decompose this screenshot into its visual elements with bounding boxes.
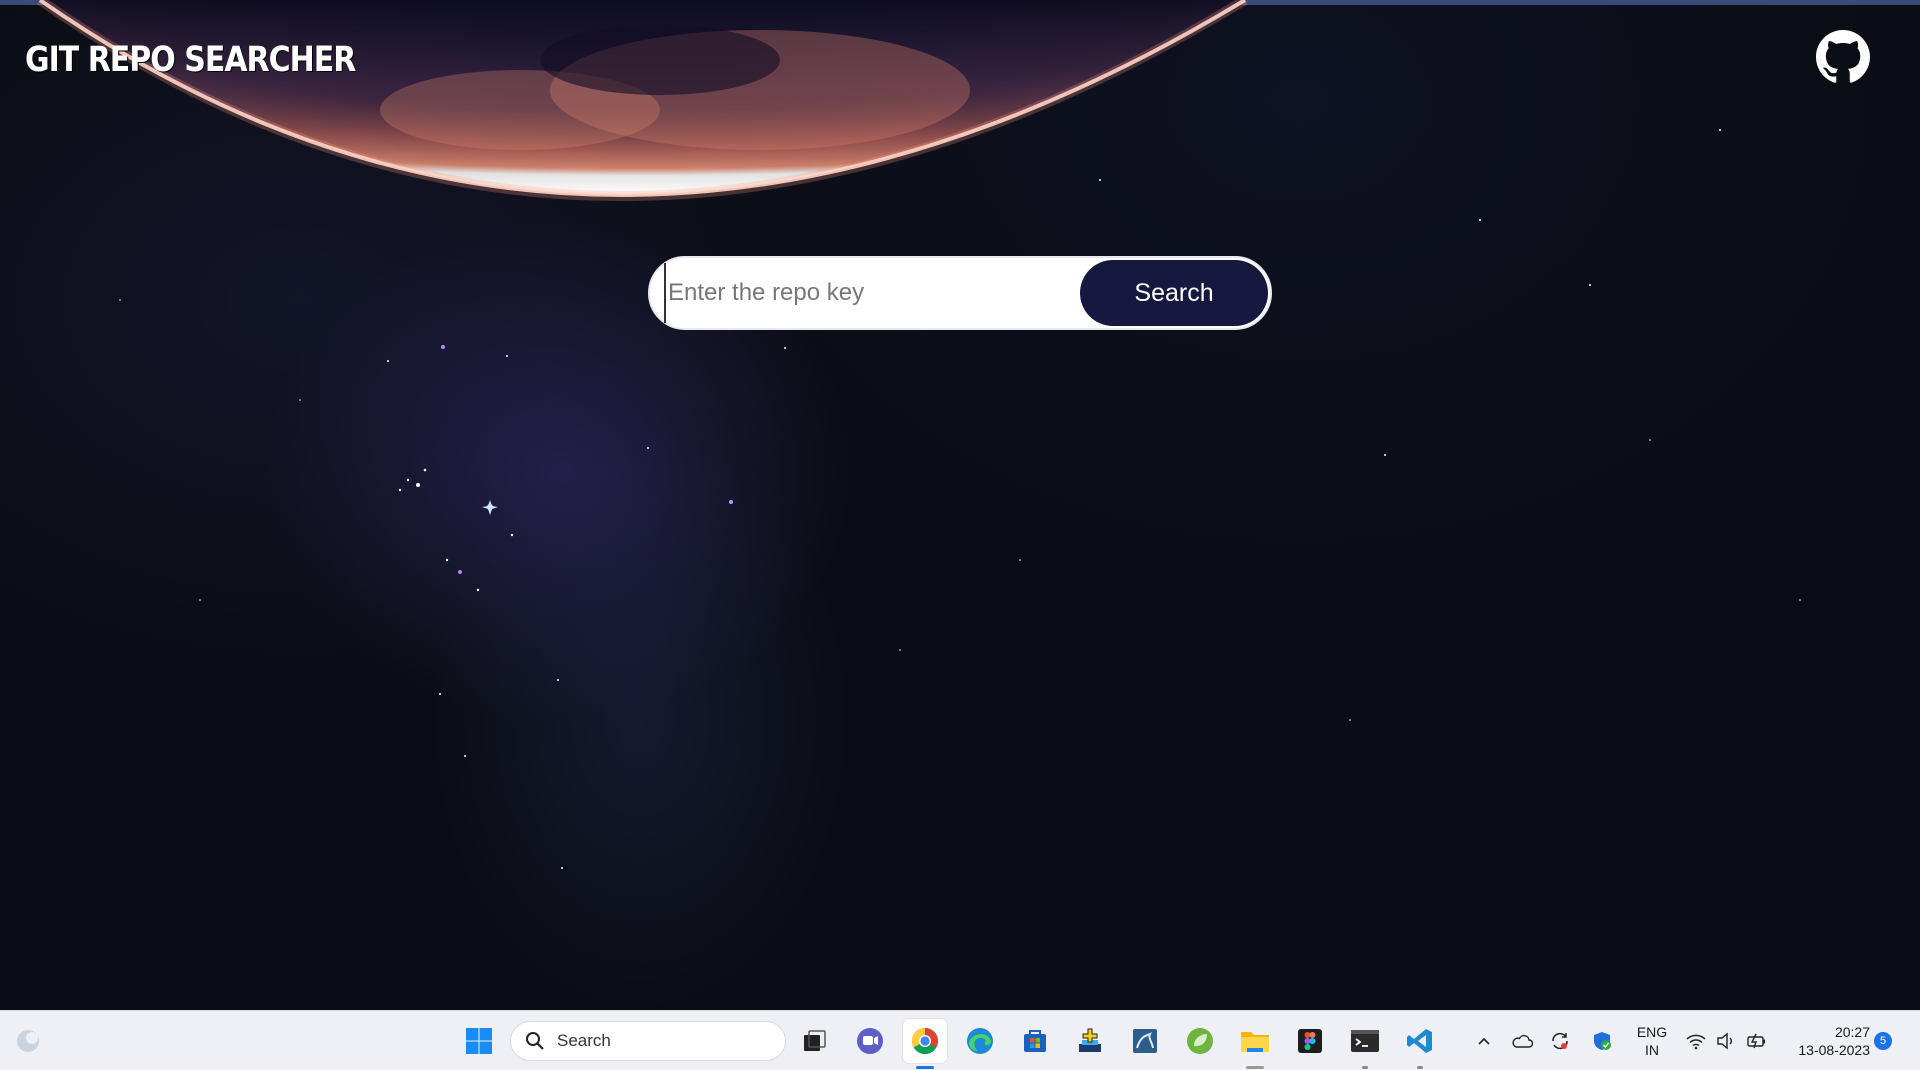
app-title-logo[interactable]: GIT REPO SEARCHER bbox=[25, 40, 356, 80]
language-indicator[interactable]: ENG IN bbox=[1630, 1023, 1674, 1059]
chevron-up-icon bbox=[1478, 1037, 1490, 1045]
volume-tray-button[interactable] bbox=[1714, 1029, 1738, 1053]
repo-search-input[interactable] bbox=[664, 263, 1080, 323]
search-icon bbox=[525, 1030, 547, 1052]
clock-time: 20:27 bbox=[1834, 1024, 1870, 1040]
store-taskbar-button[interactable] bbox=[1013, 1019, 1057, 1063]
mysql-workbench-icon bbox=[1133, 1029, 1157, 1053]
figma-icon bbox=[1298, 1029, 1322, 1053]
battery-tray-button[interactable] bbox=[1745, 1029, 1769, 1053]
planet-illustration bbox=[37, 0, 1248, 201]
notification-count-badge[interactable]: 5 bbox=[1874, 1032, 1892, 1050]
sync-tray-button[interactable] bbox=[1548, 1029, 1572, 1053]
vscode-icon bbox=[1407, 1029, 1432, 1053]
security-tray-button[interactable] bbox=[1590, 1029, 1614, 1053]
chrome-icon bbox=[911, 1027, 939, 1055]
windows-start-icon bbox=[466, 1028, 492, 1054]
terminal-icon bbox=[1351, 1030, 1379, 1052]
app-viewport: GIT REPO SEARCHER Search bbox=[0, 0, 1920, 1010]
running-app-indicator bbox=[1417, 1066, 1423, 1069]
start-button[interactable] bbox=[457, 1019, 501, 1063]
wifi-tray-button[interactable] bbox=[1684, 1029, 1708, 1053]
chrome-taskbar-button[interactable] bbox=[903, 1019, 947, 1069]
running-app-indicator bbox=[1246, 1066, 1264, 1069]
region-code: IN bbox=[1645, 1042, 1659, 1058]
shield-check-icon bbox=[1594, 1032, 1611, 1050]
taskbar-search-label: Search bbox=[557, 1031, 611, 1050]
github-icon bbox=[1816, 30, 1870, 83]
task-view-button[interactable] bbox=[792, 1019, 836, 1063]
task-view-icon bbox=[804, 1030, 826, 1051]
spring-tools-icon bbox=[1187, 1028, 1213, 1054]
show-hidden-icons-button[interactable] bbox=[1472, 1029, 1496, 1053]
speaker-icon bbox=[1717, 1032, 1732, 1050]
mysql-workbench-taskbar-button[interactable] bbox=[1123, 1019, 1167, 1063]
repo-search-form: Search bbox=[648, 256, 1272, 330]
github-link[interactable] bbox=[1816, 30, 1870, 84]
clock[interactable]: 20:27 13-08-2023 bbox=[1780, 1023, 1870, 1059]
search-button[interactable]: Search bbox=[1080, 260, 1268, 326]
game-icon bbox=[1079, 1028, 1101, 1052]
running-app-indicator bbox=[1362, 1066, 1368, 1069]
active-app-indicator bbox=[916, 1066, 934, 1069]
edge-taskbar-button[interactable] bbox=[958, 1019, 1002, 1063]
teams-chat-button[interactable] bbox=[848, 1019, 892, 1063]
weather-icon bbox=[17, 1030, 39, 1052]
wifi-icon bbox=[1686, 1034, 1706, 1050]
taskbar-search-box[interactable]: Search bbox=[510, 1021, 786, 1061]
game-taskbar-button[interactable] bbox=[1068, 1019, 1112, 1063]
folder-icon bbox=[1241, 1032, 1269, 1052]
file-explorer-taskbar-button[interactable] bbox=[1233, 1019, 1277, 1069]
teams-chat-icon bbox=[857, 1028, 883, 1054]
battery-charging-icon bbox=[1747, 1033, 1765, 1049]
spring-tools-taskbar-button[interactable] bbox=[1178, 1019, 1222, 1063]
language-code: ENG bbox=[1636, 1024, 1668, 1040]
cloud-icon bbox=[1512, 1034, 1533, 1048]
weather-widget[interactable] bbox=[6, 1019, 50, 1063]
store-icon bbox=[1024, 1030, 1046, 1052]
windows-taskbar: Search ENG IN 20:27 13-08-2023 5 bbox=[0, 1010, 1920, 1070]
onedrive-tray-button[interactable] bbox=[1510, 1029, 1534, 1053]
sync-icon bbox=[1552, 1032, 1568, 1050]
clock-date: 13-08-2023 bbox=[1798, 1042, 1870, 1058]
edge-icon bbox=[967, 1028, 993, 1054]
figma-taskbar-button[interactable] bbox=[1288, 1019, 1332, 1063]
terminal-taskbar-button[interactable] bbox=[1343, 1019, 1387, 1069]
vscode-taskbar-button[interactable] bbox=[1398, 1019, 1442, 1069]
